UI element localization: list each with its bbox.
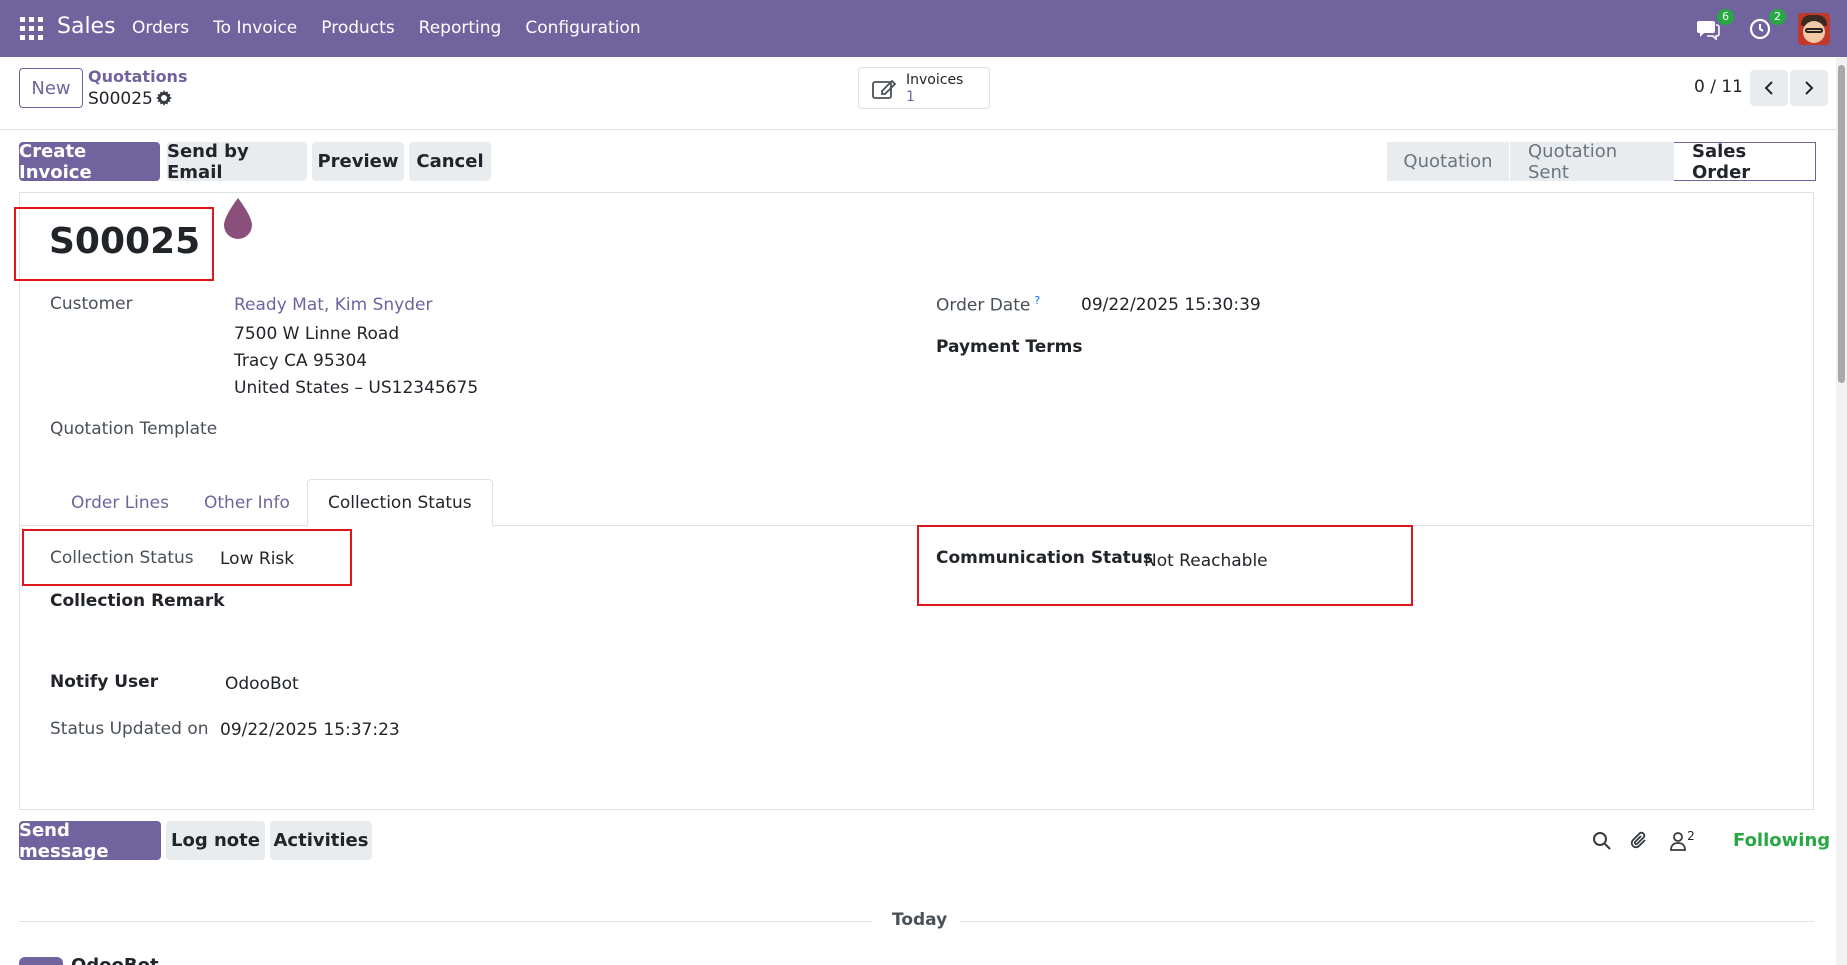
collection-status-label: Collection Status xyxy=(50,548,194,568)
app-brand[interactable]: Sales xyxy=(57,14,116,39)
send-message-button[interactable]: Send message xyxy=(19,820,161,862)
control-panel: New Quotations S00025 Invoices 1 0 / 11 xyxy=(0,57,1847,130)
paperclip-icon[interactable] xyxy=(1628,829,1652,853)
search-icon[interactable] xyxy=(1590,829,1614,853)
status-updated-label: Status Updated on xyxy=(50,719,209,739)
order-title: S00025 xyxy=(49,221,201,262)
collection-remark-label: Collection Remark xyxy=(50,591,225,611)
create-invoice-button[interactable]: Create Invoice xyxy=(19,141,160,183)
invoices-label: Invoices xyxy=(906,72,964,88)
pager-value[interactable]: 0 / 11 xyxy=(1694,77,1743,97)
cancel-button[interactable]: Cancel xyxy=(409,142,491,181)
systray: 6 2 xyxy=(1694,0,1847,57)
preview-button[interactable]: Preview xyxy=(312,142,404,181)
tab-order-lines[interactable]: Order Lines xyxy=(51,479,189,526)
collection-status-value[interactable]: Low Risk xyxy=(220,549,294,569)
new-button[interactable]: New xyxy=(19,68,83,108)
page-scrollbar[interactable] xyxy=(1836,57,1847,965)
breadcrumb-current-record: S00025 xyxy=(88,89,153,109)
communication-status-label: Communication Status xyxy=(936,548,1154,568)
main-menu: Orders To Invoice Products Reporting Con… xyxy=(132,18,641,38)
message-author[interactable]: OdooBot xyxy=(71,955,159,965)
activities-clock-icon[interactable]: 2 xyxy=(1746,8,1786,43)
top-navbar: Sales Orders To Invoice Products Reporti… xyxy=(0,0,1847,57)
menu-products[interactable]: Products xyxy=(321,18,394,38)
order-date-label: Order Date? xyxy=(936,294,1041,316)
menu-configuration[interactable]: Configuration xyxy=(525,18,640,38)
address-line-3: United States – US12345675 xyxy=(234,378,479,398)
address-line-2: Tracy CA 95304 xyxy=(234,351,368,371)
stage-sales-order[interactable]: Sales Order xyxy=(1674,141,1816,183)
menu-to-invoice[interactable]: To Invoice xyxy=(213,18,297,38)
pager-next-button[interactable] xyxy=(1790,70,1828,106)
chevron-left-icon xyxy=(1764,81,1773,95)
chevron-right-icon xyxy=(1805,81,1814,95)
tab-other-info[interactable]: Other Info xyxy=(184,479,310,526)
menu-reporting[interactable]: Reporting xyxy=(419,18,502,38)
edit-invoice-icon xyxy=(872,79,897,99)
notify-user-label: Notify User xyxy=(50,672,159,692)
followers-icon[interactable]: 2 xyxy=(1664,829,1700,853)
payment-terms-label: Payment Terms xyxy=(936,337,1083,357)
followers-count: 2 xyxy=(1687,829,1695,843)
invoices-smart-button[interactable]: Invoices 1 xyxy=(858,67,990,109)
tab-collection-status[interactable]: Collection Status xyxy=(307,479,493,526)
message-author-avatar[interactable] xyxy=(19,957,63,965)
today-divider-right xyxy=(960,921,1814,922)
quotation-template-label: Quotation Template xyxy=(50,419,218,439)
notify-user-value[interactable]: OdooBot xyxy=(225,674,299,694)
gear-icon[interactable] xyxy=(156,90,172,106)
scrollbar-thumb[interactable] xyxy=(1838,65,1845,383)
log-note-button[interactable]: Log note xyxy=(166,821,265,860)
priority-drop-icon[interactable] xyxy=(220,196,256,240)
messages-badge: 6 xyxy=(1717,8,1734,25)
send-by-email-button[interactable]: Send by Email xyxy=(167,141,307,183)
invoices-count: 1 xyxy=(906,89,915,105)
today-divider-left xyxy=(19,921,872,922)
customer-link[interactable]: Ready Mat, Kim Snyder xyxy=(234,295,432,315)
pager-previous-button[interactable] xyxy=(1750,70,1788,106)
stage-quotation-sent[interactable]: Quotation Sent xyxy=(1509,141,1674,183)
customer-label: Customer xyxy=(50,294,133,314)
menu-orders[interactable]: Orders xyxy=(132,18,189,38)
following-button[interactable]: Following xyxy=(1733,830,1830,851)
address-line-1: 7500 W Linne Road xyxy=(234,324,400,344)
breadcrumb-quotations[interactable]: Quotations xyxy=(88,67,187,86)
status-bar: Quotation Quotation Sent Sales Order xyxy=(1387,141,1816,183)
status-updated-value[interactable]: 09/22/2025 15:37:23 xyxy=(220,720,400,740)
help-icon[interactable]: ? xyxy=(1034,294,1040,307)
activities-badge: 2 xyxy=(1769,8,1786,25)
stage-quotation[interactable]: Quotation xyxy=(1387,142,1509,181)
communication-status-value[interactable]: Not Reachable xyxy=(1144,551,1268,571)
order-date-value[interactable]: 09/22/2025 15:30:39 xyxy=(1081,295,1261,315)
messages-icon[interactable]: 6 xyxy=(1694,8,1734,43)
activities-button[interactable]: Activities xyxy=(270,821,372,860)
today-label: Today xyxy=(892,910,948,930)
app-grid-icon[interactable] xyxy=(20,17,43,40)
user-avatar[interactable] xyxy=(1798,12,1830,45)
